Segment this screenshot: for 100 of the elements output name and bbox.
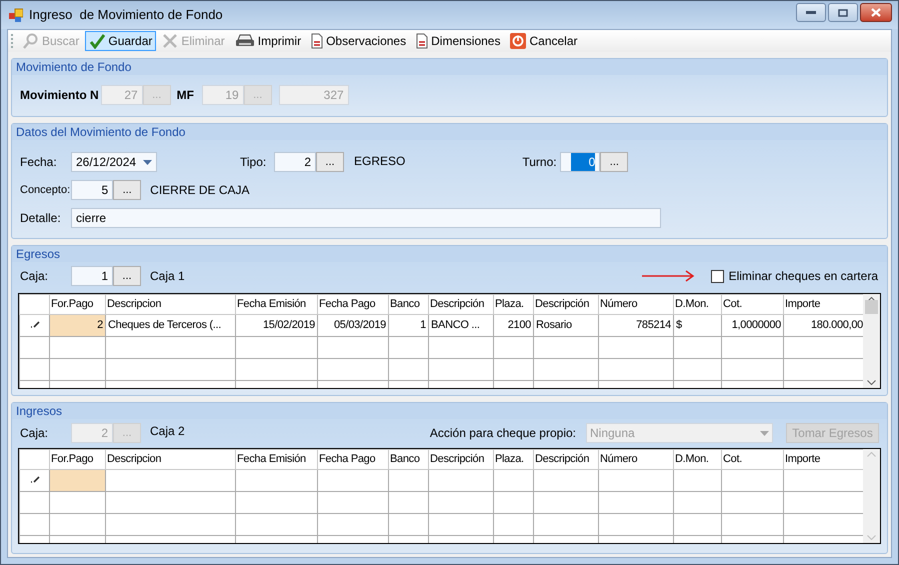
power-icon <box>510 33 526 49</box>
table-cell <box>674 492 722 514</box>
column-header[interactable]: Importe <box>784 450 864 470</box>
table-cell <box>722 492 784 514</box>
detail-field[interactable]: cierre <box>71 208 661 228</box>
column-header[interactable]: For.Pago <box>50 450 106 470</box>
minimize-icon <box>806 10 816 14</box>
row-header[interactable] <box>20 358 50 380</box>
table-cell: 1 <box>388 314 428 336</box>
table-cell: BANCO ... <box>428 314 494 336</box>
column-header[interactable]: Fecha Emisión <box>236 294 318 314</box>
table-cell: 1,0000000 <box>722 314 784 336</box>
table-cell <box>388 514 428 536</box>
column-header[interactable]: Plaza. <box>494 294 534 314</box>
column-header[interactable]: Número <box>598 450 674 470</box>
table-cell <box>534 470 598 492</box>
row-header[interactable] <box>20 492 50 514</box>
toolbar-button[interactable]: Imprimir <box>230 31 306 51</box>
table-cell <box>494 358 534 380</box>
browse-button[interactable]: ... <box>316 152 344 172</box>
toolbar-button[interactable]: Cancelar <box>506 31 582 51</box>
toolbar-button[interactable]: Guardar <box>85 31 156 51</box>
table-cell <box>494 492 534 514</box>
field-label: Turno: <box>522 154 558 171</box>
column-header[interactable]: For.Pago <box>50 294 106 314</box>
table-cell <box>388 470 428 492</box>
field-label: MF <box>176 87 195 104</box>
table-cell <box>722 358 784 380</box>
table-cell <box>428 492 494 514</box>
concept-field[interactable]: 5 <box>71 180 114 200</box>
field-label: Movimiento N <box>20 87 99 104</box>
printer-icon <box>234 34 255 48</box>
toolbar-button[interactable]: Observaciones <box>307 31 410 51</box>
maximize-button[interactable] <box>828 3 858 22</box>
document-icon <box>311 33 324 49</box>
table-cell <box>722 336 784 358</box>
minimize-button[interactable] <box>796 3 826 22</box>
column-header[interactable]: Plaza. <box>494 450 534 470</box>
date-picker[interactable]: 26/12/2024 <box>71 152 157 172</box>
table-cell <box>388 492 428 514</box>
pencil-icon <box>30 475 40 484</box>
table-cell <box>722 514 784 536</box>
table-cell <box>534 514 598 536</box>
browse-button[interactable]: ... <box>600 152 628 172</box>
checkbox[interactable] <box>710 270 724 282</box>
table-cell: 2 <box>50 314 106 336</box>
column-header[interactable]: Banco <box>388 450 428 470</box>
column-header[interactable]: Descripción <box>534 294 598 314</box>
table-cell <box>674 358 722 380</box>
column-header[interactable]: Descripción <box>428 294 494 314</box>
toolbar-button[interactable]: Dimensiones <box>412 31 504 51</box>
row-header[interactable] <box>20 336 50 358</box>
scroll-up-icon[interactable] <box>867 297 876 302</box>
table-cell <box>388 336 428 358</box>
row-header[interactable] <box>20 314 50 336</box>
column-header[interactable]: Banco <box>388 294 428 314</box>
panel-title: Ingresos <box>16 403 62 420</box>
vertical-scrollbar[interactable] <box>863 294 880 388</box>
table-cell <box>428 336 494 358</box>
column-header[interactable]: Descripcion <box>106 450 236 470</box>
table-cell <box>318 514 388 536</box>
browse-button[interactable]: ... <box>113 266 141 286</box>
column-header[interactable]: D.Mon. <box>674 450 722 470</box>
panel-title: Datos del Movimiento de Fondo <box>16 124 186 141</box>
type-description: EGRESO <box>354 153 406 170</box>
column-header[interactable]: D.Mon. <box>674 294 722 314</box>
table-cell: 180.000,00 <box>784 314 864 336</box>
column-header[interactable]: Número <box>598 294 674 314</box>
close-button[interactable] <box>860 3 892 22</box>
table-cell <box>674 514 722 536</box>
cash-box-field[interactable]: 1 <box>71 266 113 286</box>
scroll-down-icon[interactable] <box>867 380 876 385</box>
column-header[interactable]: Importe <box>784 294 864 314</box>
column-header[interactable]: Fecha Emisión <box>236 450 318 470</box>
window-title: Ingreso de Movimiento de Fondo <box>29 6 223 24</box>
type-field[interactable]: 2 <box>274 152 316 172</box>
table-cell <box>50 336 106 358</box>
shift-field[interactable]: 0 <box>560 152 600 172</box>
arrow-annotation <box>642 270 695 282</box>
column-header[interactable]: Descripción <box>428 450 494 470</box>
browse-button[interactable]: ... <box>113 180 142 200</box>
cash-box-name: Caja 2 <box>150 423 185 440</box>
column-header[interactable]: Descripcion <box>106 294 236 314</box>
column-header[interactable]: Cot. <box>722 450 784 470</box>
table-cell <box>50 514 106 536</box>
column-header[interactable]: Cot. <box>722 294 784 314</box>
pencil-icon <box>30 320 40 328</box>
table-cell <box>50 358 106 380</box>
scroll-thumb[interactable] <box>865 300 878 314</box>
column-header[interactable]: Fecha Pago <box>318 294 388 314</box>
close-icon <box>871 8 881 17</box>
column-header[interactable]: Descripción <box>534 450 598 470</box>
table-cell <box>388 358 428 380</box>
table-cell <box>494 514 534 536</box>
column-header[interactable]: Fecha Pago <box>318 450 388 470</box>
x-icon <box>162 33 178 49</box>
row-header[interactable] <box>20 514 50 536</box>
cash-box-name: Caja 1 <box>150 268 185 285</box>
checkbox-label: Eliminar cheques en cartera <box>728 268 878 285</box>
row-header[interactable] <box>20 470 50 492</box>
